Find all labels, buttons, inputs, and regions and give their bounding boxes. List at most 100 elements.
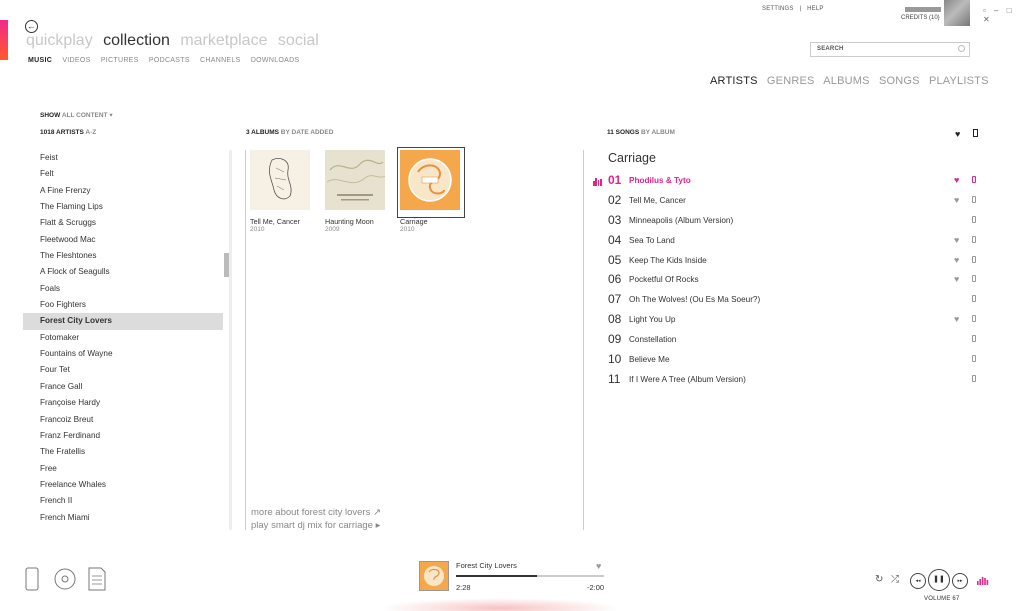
more-about-link[interactable]: more about forest city lovers ↗ [251, 506, 381, 519]
heart-icon[interactable]: ♥ [954, 255, 959, 265]
songs-sort[interactable]: BY ALBUM [641, 129, 675, 136]
song-row[interactable]: 07 Oh The Wolves! (Ou Es Ma Soeur?) [593, 290, 983, 310]
avatar[interactable] [944, 0, 970, 26]
album-tile[interactable]: Haunting Moon 2009 [325, 150, 387, 233]
credits-label[interactable]: CREDITS (10) [901, 15, 940, 21]
song-row[interactable]: 06 Pocketful Of Rocks ♥ [593, 270, 983, 290]
tab-playlists[interactable]: PLAYLISTS [929, 75, 989, 87]
heart-icon[interactable]: ♥ [954, 195, 959, 205]
artists-header[interactable]: 1018 ARTISTS A-Z [40, 129, 96, 136]
subnav-music[interactable]: MUSIC [28, 57, 52, 64]
artist-item[interactable]: Fleetwood Mac [23, 232, 223, 248]
tab-albums[interactable]: ALBUMS [823, 75, 869, 87]
heart-icon[interactable]: ♥ [954, 175, 959, 185]
artist-item[interactable]: The Fleshtones [23, 248, 223, 264]
artist-item[interactable]: French Miami [23, 510, 223, 526]
device-sync-icon[interactable] [972, 215, 976, 223]
subnav-downloads[interactable]: DOWNLOADS [251, 57, 300, 64]
artist-item[interactable]: Four Tet [23, 362, 223, 378]
previous-button[interactable]: ◂◂ [910, 573, 926, 589]
subnav-channels[interactable]: CHANNELS [200, 57, 241, 64]
song-row[interactable]: 05 Keep The Kids Inside ♥ [593, 251, 983, 271]
heart-column-icon[interactable]: ♥ [955, 129, 960, 139]
shuffle-icon[interactable]: ⤮ [891, 574, 899, 585]
smart-dj-link[interactable]: play smart dj mix for carriage ▸ [251, 519, 381, 532]
device-sync-icon[interactable] [972, 235, 976, 243]
song-row[interactable]: 03 Minneapolis (Album Version) [593, 211, 983, 231]
artist-scroll-thumb[interactable] [224, 253, 229, 277]
songs-header[interactable]: 11 SONGS BY ALBUM [607, 129, 675, 136]
device-column-icon[interactable] [973, 129, 978, 137]
pivot-quickplay[interactable]: quickplay [26, 32, 93, 49]
heart-icon[interactable]: ♥ [954, 235, 959, 245]
device-sync-icon[interactable] [25, 567, 39, 591]
artists-sort[interactable]: A-Z [85, 129, 96, 136]
show-content-filter[interactable]: SHOW ALL CONTENT ▾ [40, 111, 113, 119]
artist-scrollbar[interactable] [229, 150, 232, 530]
now-playing-art[interactable] [419, 561, 449, 591]
artist-item[interactable]: A Fine Frenzy [23, 183, 223, 199]
song-row[interactable]: 09 Constellation [593, 330, 983, 350]
album-tile[interactable]: Tell Me, Cancer 2010 [250, 150, 312, 233]
artist-item[interactable]: Fountains of Wayne [23, 346, 223, 362]
artist-item[interactable]: France Gall [23, 379, 223, 395]
song-row[interactable]: 10 Believe Me [593, 350, 983, 370]
subnav-pictures[interactable]: PICTURES [101, 57, 139, 64]
device-sync-icon[interactable] [972, 255, 976, 263]
artist-item[interactable]: Francoiz Breut [23, 412, 223, 428]
artist-item[interactable]: Fotomaker [23, 330, 223, 346]
tab-songs[interactable]: SONGS [879, 75, 920, 87]
artist-item[interactable]: The Flaming Lips [23, 199, 223, 215]
help-link[interactable]: HELP [807, 6, 823, 12]
albums-sort[interactable]: BY DATE ADDED [281, 129, 334, 136]
artist-item[interactable]: Foals [23, 281, 223, 297]
artist-item[interactable]: Franz Ferdinand [23, 428, 223, 444]
device-sync-icon[interactable] [972, 275, 976, 283]
heart-icon[interactable]: ♥ [954, 274, 959, 284]
tab-artists[interactable]: ARTISTS [710, 75, 758, 87]
artist-item[interactable]: Freelance Whales [23, 477, 223, 493]
song-row-playing[interactable]: 01 Phodilus & Tyto ♥ [593, 171, 983, 191]
volume-bars-icon[interactable] [977, 575, 989, 585]
artist-item-selected[interactable]: Forest City Lovers [23, 313, 223, 330]
device-sync-icon[interactable] [972, 195, 976, 203]
artist-item[interactable]: French II [23, 493, 223, 509]
now-playing-artist[interactable]: Forest City Lovers [456, 561, 517, 570]
playlist-icon[interactable] [87, 567, 107, 591]
device-sync-icon[interactable] [972, 335, 976, 343]
song-row[interactable]: 08 Light You Up ♥ [593, 310, 983, 330]
heart-icon[interactable]: ♥ [954, 314, 959, 324]
now-playing-heart-icon[interactable]: ♥ [596, 561, 601, 571]
settings-link[interactable]: SETTINGS [762, 6, 794, 12]
device-sync-icon[interactable] [972, 295, 976, 303]
pause-button[interactable]: ❚❚ [928, 569, 950, 591]
search-icon[interactable] [958, 45, 965, 52]
artist-item[interactable]: Free [23, 461, 223, 477]
song-row[interactable]: 11 If I Were A Tree (Album Version) [593, 370, 983, 390]
artist-item[interactable]: Feist [23, 150, 223, 166]
subnav-podcasts[interactable]: PODCASTS [149, 57, 190, 64]
song-row[interactable]: 04 Sea To Land ♥ [593, 231, 983, 251]
device-sync-icon[interactable] [972, 315, 976, 323]
pivot-social[interactable]: social [278, 32, 319, 49]
repeat-icon[interactable]: ↻ [875, 574, 883, 585]
artist-item[interactable]: The Fratellis [23, 444, 223, 460]
artist-item[interactable]: A Flock of Seagulls [23, 264, 223, 280]
search-input[interactable]: SEARCH [810, 42, 970, 57]
artist-item[interactable]: Felt [23, 166, 223, 182]
tab-genres[interactable]: GENRES [767, 75, 815, 87]
song-row[interactable]: 02 Tell Me, Cancer ♥ [593, 191, 983, 211]
artist-item[interactable]: Foo Fighters [23, 297, 223, 313]
artist-item[interactable]: Flatt & Scruggs [23, 215, 223, 231]
device-sync-icon[interactable] [972, 374, 976, 382]
subnav-videos[interactable]: VIDEOS [62, 57, 90, 64]
albums-header[interactable]: 3 ALBUMS BY DATE ADDED [246, 129, 333, 136]
pivot-marketplace[interactable]: marketplace [180, 32, 267, 49]
artist-item[interactable]: Françoise Hardy [23, 395, 223, 411]
album-tile-selected[interactable]: Carriage 2010 [397, 147, 465, 233]
disc-burn-icon[interactable] [53, 567, 77, 591]
device-sync-icon[interactable] [972, 176, 976, 183]
window-controls[interactable]: ▫ – □ ✕ [983, 6, 1024, 24]
playback-progress-bar[interactable] [456, 575, 604, 577]
device-sync-icon[interactable] [972, 355, 976, 363]
